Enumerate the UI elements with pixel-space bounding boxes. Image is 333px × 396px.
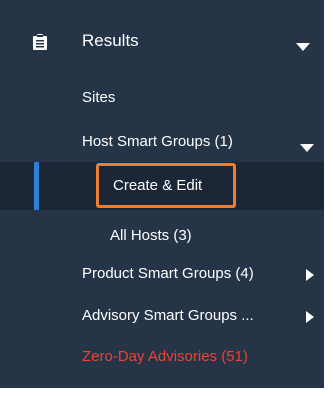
sidebar-item-label: All Hosts (3) [110, 227, 192, 244]
sidebar-nav: Results Sites Host Smart Groups (1) Crea… [0, 0, 324, 388]
sidebar-item-zero-day-advisories[interactable]: Zero-Day Advisories (51) [0, 339, 324, 375]
sidebar-item-sites[interactable]: Sites [0, 80, 324, 116]
results-label: Results [82, 31, 139, 50]
chevron-down-icon[interactable] [300, 139, 314, 152]
chevron-right-icon[interactable] [306, 310, 314, 323]
active-indicator [34, 162, 39, 210]
highlight-box [96, 163, 236, 208]
sidebar-item-advisory-smart-groups[interactable]: Advisory Smart Groups ... [0, 298, 324, 334]
chevron-down-icon[interactable] [296, 38, 310, 51]
sidebar-item-label: Product Smart Groups (4) [82, 265, 254, 282]
sidebar-item-product-smart-groups[interactable]: Product Smart Groups (4) [0, 256, 324, 292]
clipboard-icon [33, 34, 47, 50]
sidebar-item-label: Sites [82, 89, 116, 106]
sidebar-item-host-smart-groups[interactable]: Host Smart Groups (1) [0, 124, 324, 160]
sidebar-item-label: Advisory Smart Groups ... [82, 307, 254, 324]
results-section-header[interactable]: Results [0, 0, 324, 78]
sidebar-item-all-hosts[interactable]: All Hosts (3) [0, 218, 324, 254]
sidebar-item-label: Host Smart Groups (1) [82, 133, 233, 150]
sidebar-item-label: Zero-Day Advisories (51) [82, 348, 248, 365]
chevron-right-icon[interactable] [306, 268, 314, 281]
